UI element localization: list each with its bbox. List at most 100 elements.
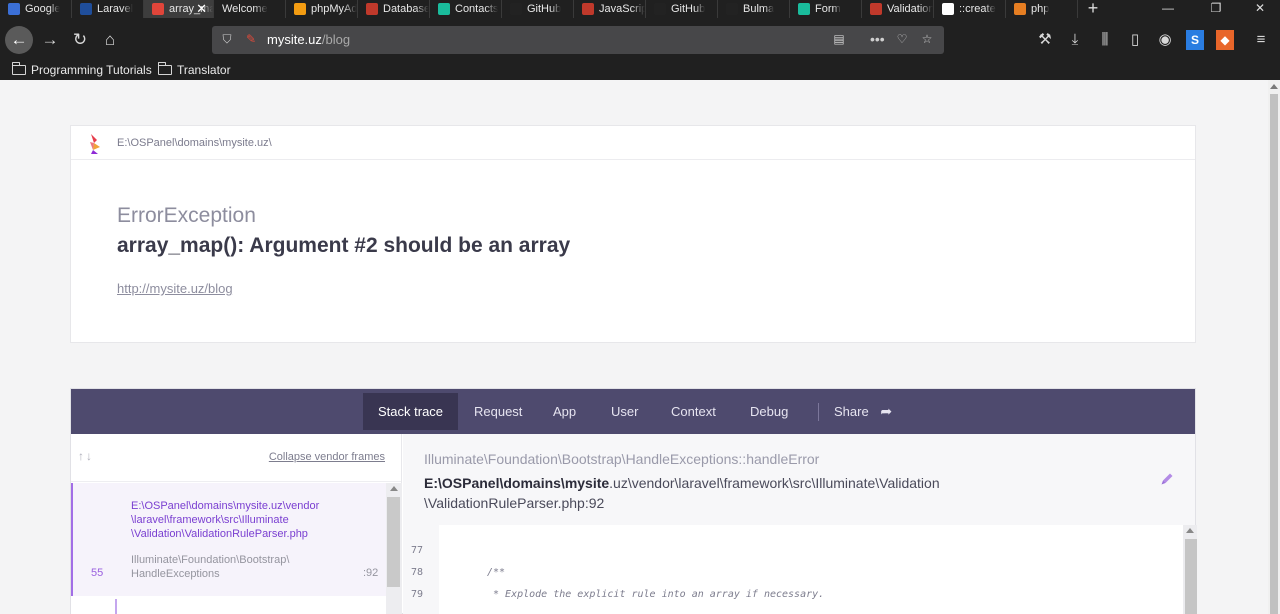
line-number: 77 <box>411 545 424 556</box>
frame-line-number: :92 <box>363 567 379 579</box>
frame-class: Illuminate\Foundation\Bootstrap\ HandleE… <box>131 553 331 581</box>
more-actions-icon[interactable]: ••• <box>870 32 885 46</box>
sidebar-icon[interactable]: ▯ <box>1126 30 1144 50</box>
tab-favicon-icon <box>80 3 92 15</box>
page-scrollbar[interactable] <box>1268 80 1280 614</box>
tab-app[interactable]: App <box>538 393 591 430</box>
tab-favicon-icon <box>870 3 882 15</box>
browser-tab[interactable]: array_map✕ <box>144 0 214 18</box>
tab-title: Form <box>815 3 841 15</box>
menu-icon[interactable]: ≡ <box>1252 30 1270 50</box>
panel-tabs: Stack trace Request App User Context Deb… <box>71 389 1195 434</box>
tab-title: Contacts <box>455 3 499 15</box>
shield-icon[interactable]: ⛉ <box>220 32 234 46</box>
error-card-header: E:\OSPanel\domains\mysite.uz\ <box>71 126 1195 160</box>
browser-tab[interactable]: Bulma <box>718 0 790 18</box>
browser-tab[interactable]: Database <box>358 0 430 18</box>
nav-toolbar: ← → ↻ ⌂ ⛉ ✎ mysite.uz/blog ▤ ••• ♡ ☆ ⚒ ⤓… <box>0 22 1280 58</box>
close-tab-icon[interactable]: ✕ <box>196 1 207 17</box>
browser-tab[interactable]: phpMyAdmin <box>286 0 358 18</box>
tab-title: Bulma <box>743 3 775 15</box>
reader-view-icon[interactable]: ▤ <box>832 32 846 46</box>
tab-favicon-icon <box>726 3 738 15</box>
tab-context[interactable]: Context <box>656 393 731 430</box>
stack-frames-list: ↑↓ Collapse vendor frames E:\OSPanel\dom… <box>71 434 402 614</box>
address-bar[interactable]: ⛉ ✎ mysite.uz/blog ▤ ••• ♡ ☆ <box>212 26 944 54</box>
browser-tab[interactable]: Welcome <box>214 0 286 18</box>
file-path-bold: E:\OSPanel\domains\mysite <box>424 475 610 491</box>
extension-s-icon[interactable]: S <box>1186 30 1204 50</box>
browser-tab[interactable]: Contacts <box>430 0 502 18</box>
library-icon[interactable]: ⫼ <box>1096 30 1114 50</box>
tab-user[interactable]: User <box>596 393 653 430</box>
tab-favicon-icon <box>582 3 594 15</box>
frame-navigation-arrows-icon[interactable]: ↑↓ <box>78 449 94 463</box>
minimize-button[interactable]: — <box>1148 0 1188 18</box>
url-path: /blog <box>321 32 351 47</box>
tab-request[interactable]: Request <box>459 393 537 430</box>
frame-file-path: E:\OSPanel\domains\mysite.uz\vendor \lar… <box>131 499 371 541</box>
browser-tab[interactable]: JavaScript <box>574 0 646 18</box>
tab-favicon-icon <box>366 3 378 15</box>
back-arrow-icon[interactable]: ← <box>5 26 33 54</box>
account-icon[interactable]: ◉ <box>1156 30 1174 50</box>
url-host: mysite.uz <box>267 32 322 47</box>
code-snippet: 77 78 79 /** * Explode the explicit rule… <box>403 525 1197 614</box>
bookmark-translator[interactable]: Translator <box>158 62 231 78</box>
reload-icon[interactable]: ↻ <box>66 26 94 54</box>
pocket-icon[interactable]: ♡ <box>895 32 909 46</box>
frame-detail: Illuminate\Foundation\Bootstrap\HandleEx… <box>403 434 1197 614</box>
tab-favicon-icon <box>294 3 306 15</box>
browser-tab[interactable]: GitHub <box>646 0 718 18</box>
extension-orange-icon[interactable]: ◆ <box>1216 30 1234 50</box>
tab-title: JavaScript <box>599 3 645 15</box>
project-path: E:\OSPanel\domains\mysite.uz\ <box>117 137 272 149</box>
bookmark-label: Translator <box>177 63 231 77</box>
browser-tab[interactable]: GitHub <box>502 0 574 18</box>
close-window-button[interactable]: ✕ <box>1240 0 1280 18</box>
bookmark-star-icon[interactable]: ☆ <box>920 32 934 46</box>
line-number: 78 <box>411 567 424 578</box>
debug-panel: Stack trace Request App User Context Deb… <box>70 388 1197 614</box>
frame-class-line: Illuminate\Foundation\Bootstrap\ <box>131 554 290 566</box>
forward-arrow-icon[interactable]: → <box>36 26 64 54</box>
page-content: E:\OSPanel\domains\mysite.uz\ ErrorExcep… <box>0 80 1268 614</box>
home-icon[interactable]: ⌂ <box>96 26 124 54</box>
frames-scrollbar[interactable] <box>386 483 402 614</box>
bookmark-programming-tutorials[interactable]: Programming Tutorials <box>12 62 152 78</box>
file-path-rest: .uz\vendor\laravel\framework\src\Illumin… <box>609 475 940 491</box>
tab-title: Google <box>25 3 61 15</box>
tab-favicon-icon <box>942 3 954 15</box>
exception-message: array_map(): Argument #2 should be an ar… <box>117 234 571 257</box>
request-url-link[interactable]: http://mysite.uz/blog <box>117 281 233 296</box>
browser-tab[interactable]: Google <box>0 0 72 18</box>
browser-tab[interactable]: Form <box>790 0 862 18</box>
folder-icon <box>12 62 26 75</box>
code-scrollbar[interactable] <box>1183 525 1197 614</box>
tab-stack-trace[interactable]: Stack trace <box>363 393 459 430</box>
folder-icon <box>158 62 172 75</box>
frame-file-line: \Validation\ValidationRuleParser.php <box>131 528 308 540</box>
stack-frame-selected[interactable]: E:\OSPanel\domains\mysite.uz\vendor \lar… <box>71 483 386 596</box>
pencil-icon[interactable] <box>1159 471 1175 487</box>
wrench-icon[interactable]: ⚒ <box>1036 30 1054 50</box>
browser-tab[interactable]: ::create <box>934 0 1006 18</box>
site-favicon-icon: ✎ <box>245 32 257 46</box>
browser-tab[interactable]: Validation <box>862 0 934 18</box>
bookmark-label: Programming Tutorials <box>31 63 152 77</box>
browser-tab[interactable]: Laravel <box>72 0 144 18</box>
code-line: /** <box>487 567 506 578</box>
new-tab-button[interactable]: + <box>1078 0 1108 18</box>
error-card: E:\OSPanel\domains\mysite.uz\ ErrorExcep… <box>70 125 1196 343</box>
share-arrow-icon: ➦ <box>880 403 893 419</box>
frame-detail-class: Illuminate\Foundation\Bootstrap\HandleEx… <box>424 451 820 467</box>
collapse-vendor-frames-link[interactable]: Collapse vendor frames <box>269 451 385 463</box>
tab-strip: Google Laravel array_map✕ Welcome phpMyAdmin… <box>0 0 1280 18</box>
tab-debug[interactable]: Debug <box>735 393 803 430</box>
frame-file-line: E:\OSPanel\domains\mysite.uz\vendor <box>131 500 320 512</box>
url-text[interactable]: mysite.uz/blog <box>267 32 350 47</box>
restore-button[interactable]: ❐ <box>1196 0 1236 18</box>
share-button[interactable]: Share ➦ <box>819 393 907 430</box>
browser-tab[interactable]: php <box>1006 0 1078 18</box>
download-icon[interactable]: ⤓ <box>1066 30 1084 50</box>
